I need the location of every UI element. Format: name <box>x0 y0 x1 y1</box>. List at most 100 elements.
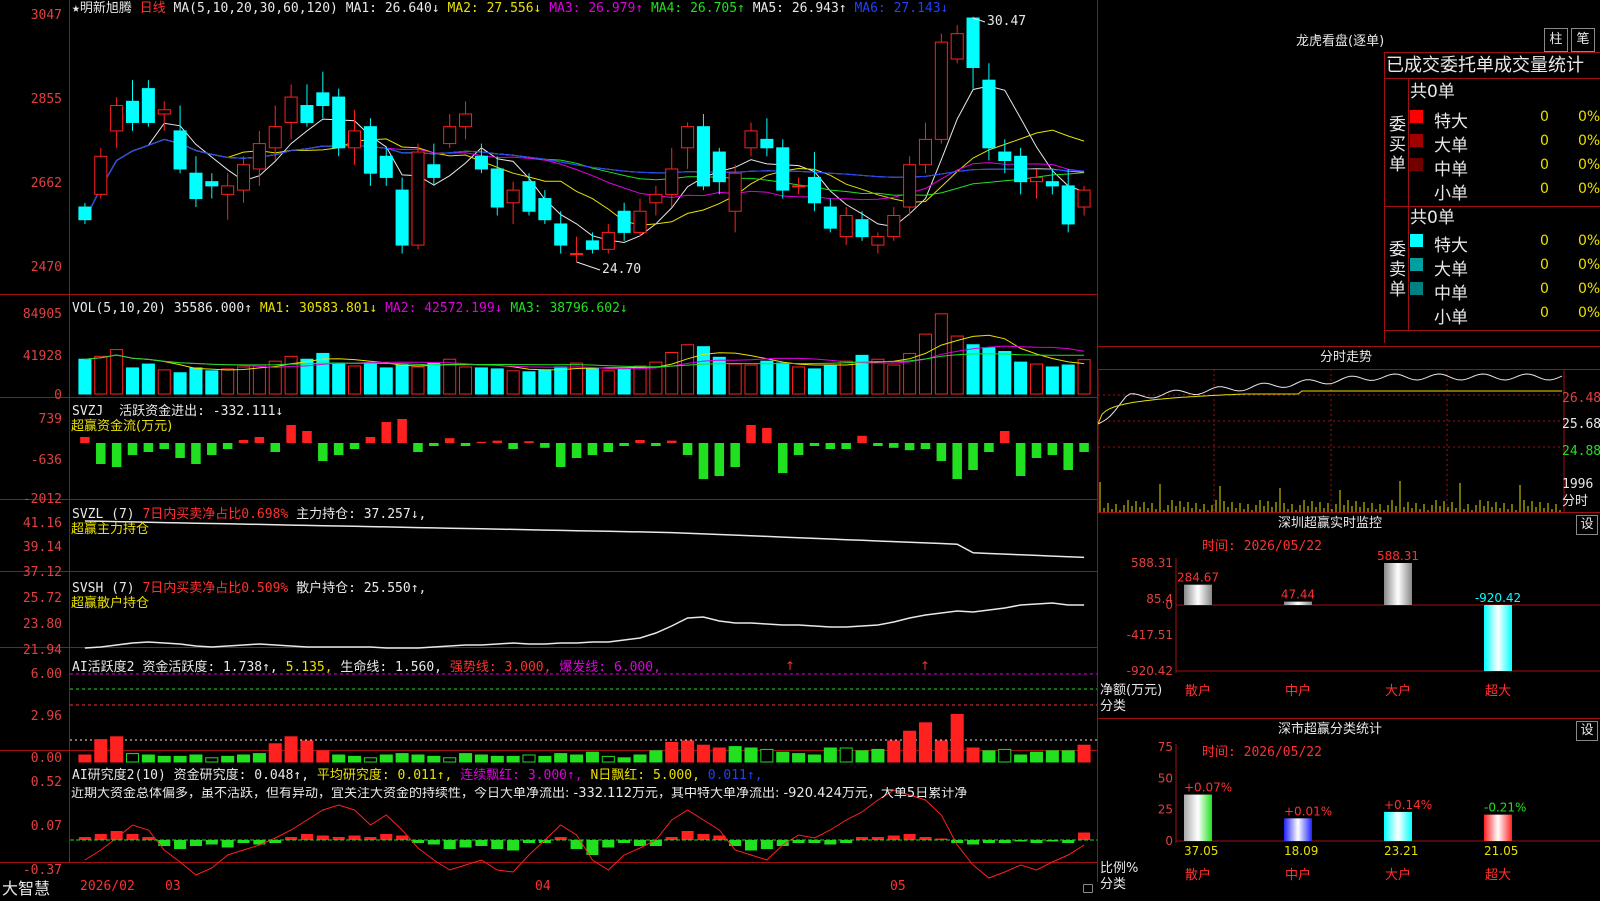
stock-title[interactable]: ★明新旭腾 <box>72 1 132 16</box>
lock-icon[interactable] <box>1083 884 1093 893</box>
svzj-bar <box>984 443 994 452</box>
stats-category-label: 中户 <box>1285 867 1311 883</box>
candle-body <box>871 236 885 246</box>
ai-research-name: AI研究度2(10) <box>72 768 166 783</box>
candle-body <box>284 96 298 123</box>
vol-y-label-1: 41928 <box>22 349 62 364</box>
sz-monitor-panel: 深圳超赢实时监控 设 时间: 2026/05/22 588.31 85.4 0 -41… <box>1098 512 1600 719</box>
monitor-bar <box>1184 584 1212 605</box>
intraday-panel[interactable]: 分时走势 26.48 25.68 24.88 1996 分时 <box>1098 346 1600 513</box>
order-row: 特大 0 0% <box>1410 230 1600 256</box>
order-row-count: 0 <box>1540 305 1549 321</box>
candle-body <box>205 181 219 187</box>
ma-desc: MA(5,10,20,30,60,120) <box>173 1 338 16</box>
ai-active-bar <box>221 755 235 763</box>
app-logo[interactable]: 大智慧 <box>2 880 50 898</box>
stats-bar <box>1284 818 1312 841</box>
ai-research-bar <box>300 834 313 840</box>
svzj-bar <box>254 437 265 443</box>
svsh-line <box>84 602 1085 649</box>
volume-bar <box>776 362 790 395</box>
order-color-swatch <box>1410 158 1423 171</box>
vol-desc: VOL(5,10,20) <box>72 301 166 316</box>
svzj-bar <box>476 441 487 443</box>
candle-body <box>554 223 568 246</box>
svzj-bar <box>397 419 407 443</box>
volume-bar <box>490 368 504 395</box>
candle-body <box>125 100 140 123</box>
candle-body <box>94 155 108 195</box>
ai-active-val4: 强势线: 3.000, <box>449 660 552 675</box>
volume-bar <box>141 363 155 395</box>
candle-body <box>110 105 124 132</box>
svzj-bar <box>96 443 106 464</box>
ai-active-bar <box>538 755 552 763</box>
volume-bar <box>300 358 314 395</box>
ai-active-bar <box>236 754 251 763</box>
candle-body <box>411 151 425 246</box>
svzj-bar <box>333 443 344 455</box>
svzj-bar <box>619 443 629 446</box>
candle-body <box>950 33 964 60</box>
candle-body <box>712 151 726 183</box>
order-row-label: 特大 <box>1434 236 1468 256</box>
dragon-tiger-title: 龙虎看盘(逐单) <box>1296 34 1385 49</box>
svzj-bar <box>682 443 693 455</box>
period-label[interactable]: 日线 <box>140 1 166 16</box>
main-y-label-3: 2470 <box>30 260 62 275</box>
tick-mode-button[interactable]: 笔 <box>1571 28 1595 52</box>
order-color-swatch <box>1410 258 1423 271</box>
svzj-bar <box>1015 443 1026 476</box>
candle-body <box>887 214 901 238</box>
candle-body <box>300 105 314 123</box>
candle-body <box>427 164 441 178</box>
ai-research-bar <box>967 840 980 845</box>
order-color-swatch <box>1410 234 1423 247</box>
ai-active-bar <box>1045 750 1059 763</box>
main-chart-canvas[interactable]: ↑ ↑ <box>0 0 1097 882</box>
order-row-count: 0 <box>1540 281 1549 297</box>
ai-research-val3: 连续飘红: 3.000↑, <box>460 768 583 783</box>
vol-ma-line <box>84 353 1085 368</box>
ai-active-bar <box>316 750 330 763</box>
dragon-tiger-panel: 龙虎看盘(逐单) 柱 笔 已成交委托单成交量统计 委买单 委卖单 共0单 共0单… <box>1098 0 1600 343</box>
stats-change-label: +0.01% <box>1284 804 1332 818</box>
candle-body <box>807 176 821 204</box>
svzj-y-label-1: -636 <box>30 453 62 468</box>
order-row-pct: 0% <box>1578 305 1600 321</box>
ai-research-bar <box>110 831 123 840</box>
ai-active-bar <box>1061 750 1075 763</box>
volume-bar <box>395 364 409 395</box>
svzj-sub: 超赢资金流(万元) <box>71 419 173 434</box>
stats-value-label: 18.09 <box>1284 844 1318 858</box>
volume-bar <box>506 370 520 395</box>
svzj-bar <box>698 443 709 479</box>
sz-stats-cat: 分类 <box>1100 877 1127 892</box>
candle-body <box>141 88 155 123</box>
bar-mode-button[interactable]: 柱 <box>1544 28 1568 52</box>
stats-value-label: 23.21 <box>1384 844 1418 858</box>
stats-category-label: 散户 <box>1185 867 1211 883</box>
svzj-bar <box>666 440 677 443</box>
volume-bar <box>205 370 219 395</box>
candle-body <box>823 206 837 229</box>
ai-active-bar <box>982 750 996 763</box>
svzj-y-label-2: -2012 <box>22 492 62 507</box>
svzj-bar <box>603 443 614 452</box>
volume-bar <box>189 367 203 395</box>
ai-active-bar <box>125 753 140 763</box>
order-row: 大单 0 0% <box>1410 254 1600 280</box>
ai-active-bar <box>950 713 964 763</box>
svzj-bar <box>429 443 439 446</box>
volume-bar <box>411 366 425 395</box>
ai-active-bar <box>252 753 266 763</box>
ai-active-marker: ↑ <box>920 659 930 673</box>
volume-bar <box>617 368 631 395</box>
candle-body <box>157 109 171 115</box>
ai-active-bar <box>332 754 346 763</box>
volume-bar <box>1077 359 1091 395</box>
ai-research-bar <box>903 834 916 840</box>
svzj-bar <box>413 443 423 452</box>
svzj-bar <box>1063 443 1073 470</box>
order-row-label: 中单 <box>1434 160 1468 180</box>
